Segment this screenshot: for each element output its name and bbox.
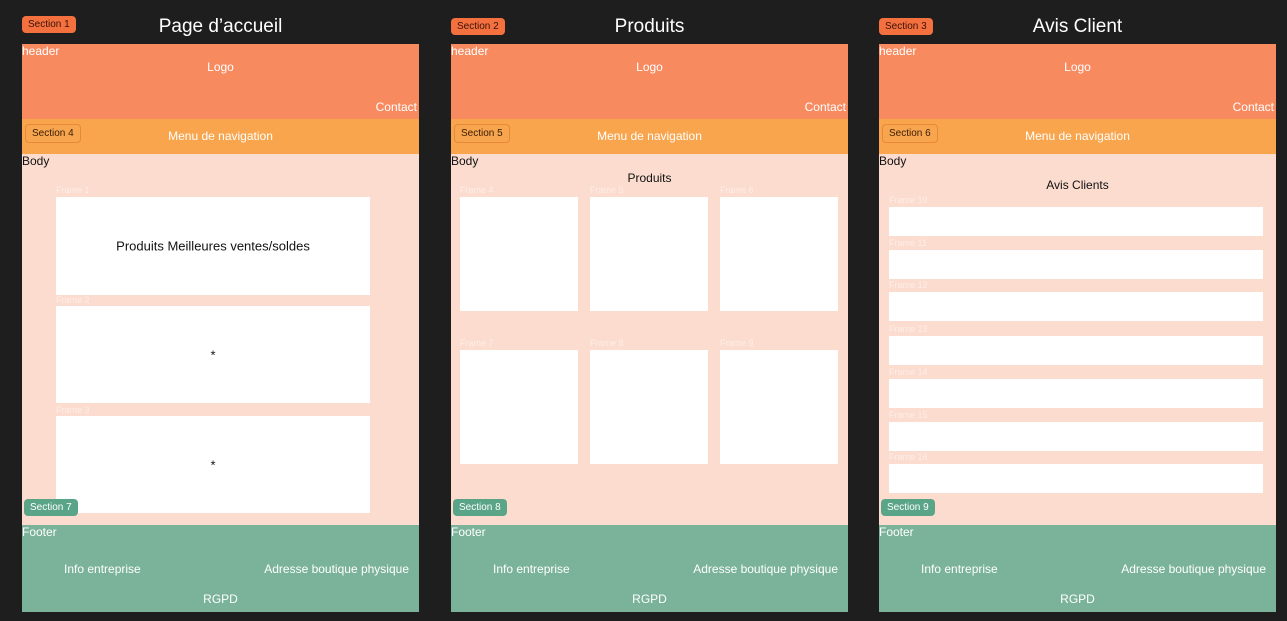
footer-label: Footer — [22, 525, 57, 539]
frame-label: Frame 12 — [889, 280, 928, 290]
header-label: header — [879, 44, 917, 58]
frame-label: Frame 3 — [56, 405, 90, 415]
footer-adresse[interactable]: Adresse boutique physique — [1121, 562, 1266, 576]
frame-text: Produits Meilleures ventes/soldes — [116, 238, 310, 254]
body-title: Avis Clients — [1046, 178, 1109, 192]
page-title: Avis Client — [1032, 16, 1123, 37]
page-produits: Produits Section 2 header Logo Contact S… — [451, 0, 848, 612]
logo-placeholder: Logo — [636, 60, 663, 74]
header-section[interactable]: header Logo Contact — [879, 44, 1276, 119]
review-frame[interactable] — [889, 464, 1263, 493]
page-avis-client: Avis Client Section 3 header Logo Contac… — [879, 0, 1276, 612]
frame-label: Frame 4 — [460, 185, 494, 195]
nav-section[interactable]: Section 4 Menu de navigation — [22, 119, 419, 154]
product-frame[interactable] — [720, 197, 838, 311]
footer-info-entreprise[interactable]: Info entreprise — [64, 562, 141, 576]
frame-label: Frame 9 — [720, 338, 754, 348]
contact-link[interactable]: Contact — [805, 100, 846, 114]
review-frame[interactable] — [889, 422, 1263, 451]
footer-rgpd[interactable]: RGPD — [22, 592, 419, 606]
logo-placeholder: Logo — [207, 60, 234, 74]
header-label: header — [22, 44, 60, 58]
frame-text: * — [210, 347, 216, 362]
frame-label: Frame 1 — [56, 185, 90, 195]
nav-menu-label: Menu de navigation — [597, 129, 702, 143]
review-frame[interactable] — [889, 292, 1263, 321]
frame-label: Frame 10 — [889, 195, 928, 205]
footer-section[interactable]: Footer Info entreprise Adresse boutique … — [879, 525, 1276, 612]
body-label: Body — [879, 154, 907, 168]
footer-rgpd[interactable]: RGPD — [451, 592, 848, 606]
nav-menu-label: Menu de navigation — [168, 129, 273, 143]
footer-adresse[interactable]: Adresse boutique physique — [264, 562, 409, 576]
header-label: header — [451, 44, 489, 58]
frame-label: Frame 5 — [590, 185, 624, 195]
product-frame[interactable] — [720, 350, 838, 464]
section-badge[interactable]: Section 9 — [881, 499, 935, 516]
body-section[interactable]: Body Frame 1 Produits Meilleures ventes/… — [22, 154, 419, 525]
frame-best-sellers[interactable]: Produits Meilleures ventes/soldes — [56, 197, 370, 295]
product-frame[interactable] — [590, 350, 708, 464]
review-frame[interactable] — [889, 336, 1263, 365]
frame-label: Frame 8 — [590, 338, 624, 348]
frame-label: Frame 7 — [460, 338, 494, 348]
frame-label: Frame 6 — [720, 185, 754, 195]
footer-rgpd[interactable]: RGPD — [879, 592, 1276, 606]
page-title: Produits — [614, 16, 685, 37]
footer-info-entreprise[interactable]: Info entreprise — [921, 562, 998, 576]
footer-adresse[interactable]: Adresse boutique physique — [693, 562, 838, 576]
frame-label: Frame 13 — [889, 324, 928, 334]
frame-label: Frame 15 — [889, 410, 928, 420]
contact-link[interactable]: Contact — [1233, 100, 1274, 114]
footer-info-entreprise[interactable]: Info entreprise — [493, 562, 570, 576]
frame-placeholder[interactable]: * — [56, 306, 370, 403]
section-badge[interactable]: Section 3 — [879, 18, 933, 35]
review-frame[interactable] — [889, 207, 1263, 236]
footer-label: Footer — [879, 525, 914, 539]
product-frame[interactable] — [590, 197, 708, 311]
body-title: Produits — [627, 171, 672, 185]
footer-label: Footer — [451, 525, 486, 539]
frame-placeholder[interactable]: * — [56, 416, 370, 513]
section-badge[interactable]: Section 8 — [453, 499, 507, 516]
frame-label: Frame 16 — [889, 452, 928, 462]
logo-placeholder: Logo — [1064, 60, 1091, 74]
header-section[interactable]: header Logo Contact — [22, 44, 419, 119]
review-frame[interactable] — [889, 379, 1263, 408]
body-label: Body — [451, 154, 479, 168]
body-section[interactable]: Body Produits Frame 4 Frame 5 Frame 6 Fr… — [451, 154, 848, 525]
contact-link[interactable]: Contact — [376, 100, 417, 114]
body-label: Body — [22, 154, 50, 168]
frame-label: Frame 11 — [889, 238, 927, 248]
nav-section[interactable]: Section 5 Menu de navigation — [451, 119, 848, 154]
footer-section[interactable]: Footer Info entreprise Adresse boutique … — [451, 525, 848, 612]
header-section[interactable]: header Logo Contact — [451, 44, 848, 119]
product-frame[interactable] — [460, 197, 578, 311]
product-frame[interactable] — [460, 350, 578, 464]
frame-text: * — [210, 457, 216, 472]
frame-label: Frame 14 — [889, 367, 928, 377]
footer-section[interactable]: Footer Info entreprise Adresse boutique … — [22, 525, 419, 612]
frame-label: Frame 2 — [56, 295, 90, 305]
nav-menu-label: Menu de navigation — [1025, 129, 1130, 143]
body-section[interactable]: Body Avis Clients Frame 10 Frame 11 Fram… — [879, 154, 1276, 525]
section-badge[interactable]: Section 7 — [24, 499, 78, 516]
review-frame[interactable] — [889, 250, 1263, 279]
page-title: Page d’accueil — [158, 16, 283, 37]
nav-section[interactable]: Section 6 Menu de navigation — [879, 119, 1276, 154]
section-badge[interactable]: Section 1 — [22, 16, 76, 33]
section-badge[interactable]: Section 2 — [451, 18, 505, 35]
page-accueil: Page d’accueil Section 1 header Logo Con… — [22, 0, 419, 612]
